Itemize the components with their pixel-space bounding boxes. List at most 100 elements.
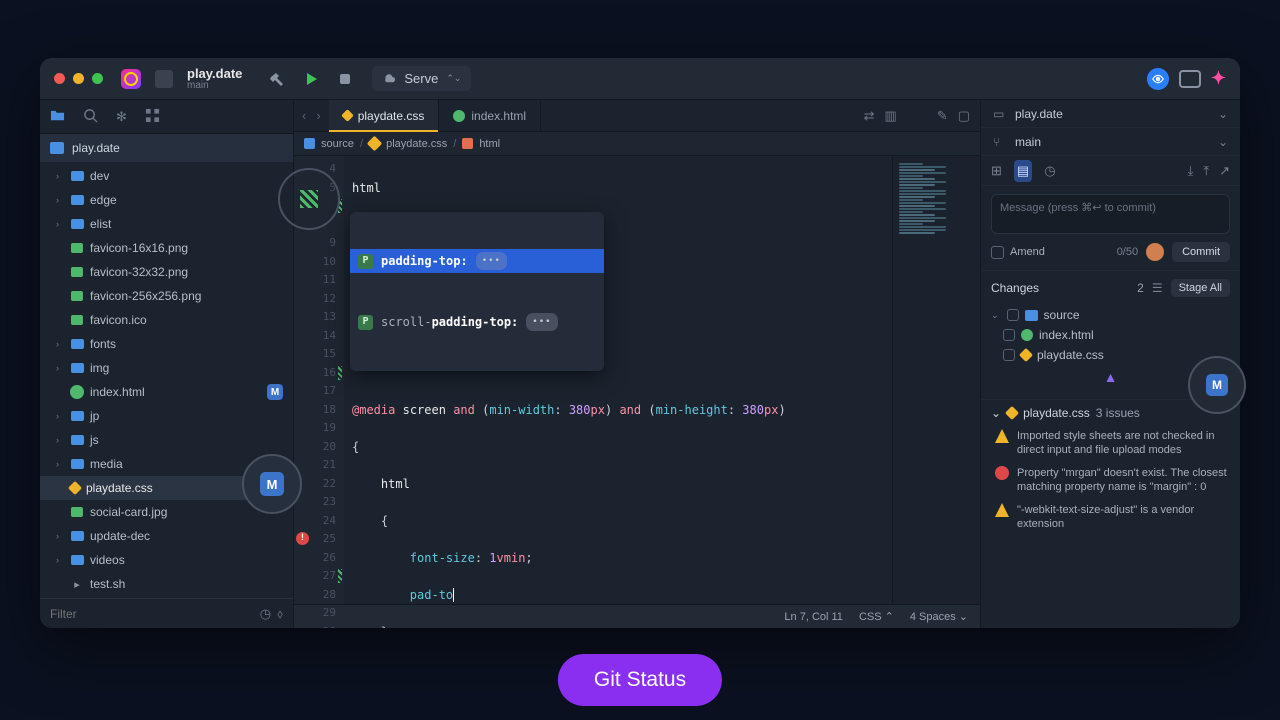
change-folder[interactable]: ⌄ source bbox=[981, 305, 1240, 325]
changes-count: 2 bbox=[1137, 281, 1144, 295]
split-icon[interactable]: ⇄ bbox=[864, 108, 875, 124]
issue-item[interactable]: Imported style sheets are not checked in… bbox=[991, 426, 1230, 463]
tree-item[interactable]: favicon-32x32.png bbox=[40, 260, 293, 284]
checkbox[interactable] bbox=[1003, 329, 1015, 341]
folder-icon bbox=[70, 193, 84, 207]
tree-item[interactable]: favicon-256x256.png bbox=[40, 284, 293, 308]
tree-item[interactable]: favicon.ico bbox=[40, 308, 293, 332]
root-label: play.date bbox=[72, 141, 120, 155]
layout-toggle[interactable] bbox=[1179, 70, 1201, 88]
hierarchy-icon[interactable]: ☰ bbox=[1152, 281, 1163, 295]
tree-item[interactable]: ›update-dec bbox=[40, 524, 293, 548]
tree-item[interactable]: ›dev bbox=[40, 164, 293, 188]
folder-icon bbox=[70, 169, 84, 183]
chevron-down-icon: ⌄ bbox=[991, 406, 1001, 420]
project-title[interactable]: play.date main bbox=[187, 66, 242, 91]
insp-branch[interactable]: ⑂ main ⌄ bbox=[981, 128, 1240, 156]
insp-project[interactable]: ▭ play.date ⌄ bbox=[981, 100, 1240, 128]
avatar[interactable] bbox=[1146, 243, 1164, 261]
search-icon[interactable] bbox=[83, 108, 98, 126]
tree-item[interactable]: ›js bbox=[40, 428, 293, 452]
pull-icon[interactable]: ⤓ bbox=[1188, 163, 1194, 179]
crumb-1: playdate.css bbox=[386, 138, 447, 150]
autocomplete-item[interactable]: P scroll-padding-top: ••• bbox=[350, 310, 604, 334]
checkbox[interactable] bbox=[1003, 349, 1015, 361]
css-icon bbox=[68, 481, 82, 495]
tree-item[interactable]: test.sh bbox=[40, 572, 293, 596]
list-icon[interactable]: ▤ bbox=[1014, 160, 1032, 182]
tree-item[interactable]: ›jp bbox=[40, 404, 293, 428]
folder-icon bbox=[304, 138, 315, 149]
issue-item[interactable]: Property "mrgan" doesn't exist. The clos… bbox=[991, 463, 1230, 500]
tree-item[interactable]: ›img bbox=[40, 356, 293, 380]
grid-icon[interactable] bbox=[145, 108, 160, 126]
hammer-icon[interactable] bbox=[264, 66, 290, 92]
commit-button[interactable]: Commit bbox=[1172, 242, 1230, 262]
minimize-window-button[interactable] bbox=[73, 73, 84, 84]
project-name: play.date bbox=[187, 66, 242, 81]
stage-all-button[interactable]: Stage All bbox=[1171, 279, 1230, 297]
plus-icon[interactable]: ✦ bbox=[1211, 68, 1226, 89]
checkbox[interactable] bbox=[1007, 309, 1019, 321]
autocomplete-popup[interactable]: P padding-top: ••• P scroll-padding-top:… bbox=[350, 212, 604, 371]
img-icon bbox=[70, 505, 84, 519]
tab[interactable]: playdate.css bbox=[329, 100, 440, 131]
chevron-down-icon: ⌄ bbox=[1218, 135, 1228, 149]
stop-button[interactable] bbox=[332, 66, 358, 92]
sh-icon bbox=[70, 577, 84, 591]
breadcrumbs[interactable]: source / playdate.css / html bbox=[294, 132, 980, 156]
callout-modified-badge: M bbox=[1188, 356, 1246, 414]
star-icon[interactable]: ✻ bbox=[116, 109, 127, 125]
scheme-selector[interactable]: Serve ⌃⌄ bbox=[372, 66, 471, 91]
folder-icon bbox=[70, 553, 84, 567]
amend-checkbox[interactable]: Amend bbox=[991, 246, 1045, 259]
scm-icon[interactable]: ⬨ bbox=[277, 606, 283, 622]
tab[interactable]: index.html bbox=[439, 100, 541, 131]
main: ‹ › playdate.cssindex.html ⇄ ▥ ✎ ▢ sourc… bbox=[294, 100, 980, 628]
tree-item[interactable]: ›videos bbox=[40, 548, 293, 572]
branch-name: main bbox=[187, 81, 242, 91]
callout-modified-badge: M bbox=[242, 454, 302, 514]
folder-icon bbox=[70, 433, 84, 447]
commit-message-input[interactable]: Message (press ⌘↩ to commit) bbox=[991, 194, 1230, 234]
sidebar-toggle-icon[interactable]: ▢ bbox=[958, 108, 970, 124]
play-button[interactable] bbox=[298, 66, 324, 92]
nav-forward-icon[interactable]: › bbox=[316, 108, 320, 123]
wand-icon[interactable]: ✎ bbox=[937, 108, 948, 124]
editor[interactable]: html font-size: 3.8px; pad-to (uncommitt… bbox=[344, 156, 892, 604]
folder-nav-icon[interactable] bbox=[50, 108, 65, 126]
issues-header[interactable]: ⌄ playdate.css 3 issues bbox=[991, 406, 1230, 420]
filter-input[interactable] bbox=[50, 607, 260, 621]
clock-icon[interactable]: ◷ bbox=[1044, 163, 1055, 179]
close-window-button[interactable] bbox=[54, 73, 65, 84]
folder-icon bbox=[70, 529, 84, 543]
maximize-window-button[interactable] bbox=[92, 73, 103, 84]
tree-item[interactable]: ›fonts bbox=[40, 332, 293, 356]
ai-icon[interactable]: ▲ bbox=[1104, 369, 1118, 385]
grid-icon[interactable]: ⊞ bbox=[991, 163, 1002, 179]
tree-item[interactable]: favicon-16x16.png bbox=[40, 236, 293, 260]
traffic-lights bbox=[54, 73, 103, 84]
folder-icon bbox=[70, 361, 84, 375]
property-badge: P bbox=[358, 315, 373, 330]
minimap[interactable] bbox=[892, 156, 980, 604]
tree-item[interactable]: index.htmlM bbox=[40, 380, 293, 404]
eye-icon[interactable] bbox=[1147, 68, 1169, 90]
tree-item[interactable]: ›elist bbox=[40, 212, 293, 236]
push-icon[interactable]: ↗ bbox=[1219, 163, 1230, 179]
issue-item[interactable]: "-webkit-text-size-adjust" is a vendor e… bbox=[991, 500, 1230, 537]
nav-back-icon[interactable]: ‹ bbox=[302, 108, 306, 123]
sidebar-root[interactable]: play.date bbox=[40, 134, 293, 162]
indent-mode[interactable]: 4 Spaces ⌄ bbox=[910, 610, 968, 623]
insp-toolbar: ⊞ ▤ ◷ ⤓ ⤒ ↗ bbox=[981, 156, 1240, 186]
folder-icon bbox=[1025, 310, 1038, 321]
tree-item[interactable]: ›edge bbox=[40, 188, 293, 212]
autocomplete-item[interactable]: P padding-top: ••• bbox=[350, 249, 604, 273]
panel-icon[interactable]: ▥ bbox=[885, 108, 897, 124]
change-file[interactable]: index.html bbox=[981, 325, 1240, 345]
fetch-icon[interactable]: ⤒ bbox=[1203, 163, 1209, 179]
cloud-icon bbox=[382, 70, 396, 87]
book-icon: ▭ bbox=[993, 107, 1007, 121]
titlebar: play.date main Serve ⌃⌄ ✦ bbox=[40, 58, 1240, 100]
clock-icon[interactable]: ◷ bbox=[260, 606, 271, 622]
